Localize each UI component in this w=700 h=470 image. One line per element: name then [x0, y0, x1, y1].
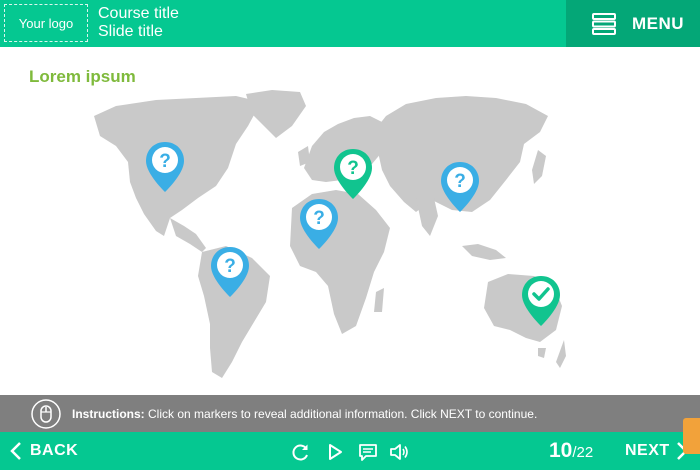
audio-icon[interactable]	[389, 442, 409, 462]
map-marker-africa[interactable]: ?	[298, 197, 340, 251]
titles: Course title Slide title	[98, 5, 179, 41]
total-slides: /22	[572, 444, 594, 461]
back-button[interactable]: BACK	[10, 432, 78, 470]
svg-text:?: ?	[454, 171, 466, 192]
header: Your logo Course title Slide title MENU	[0, 0, 700, 47]
map-marker-australia[interactable]	[520, 274, 562, 328]
svg-text:?: ?	[313, 208, 325, 229]
svg-text:?: ?	[347, 158, 359, 179]
slide-counter: 10/22	[549, 439, 593, 463]
map-marker-south-america[interactable]: ?	[209, 245, 251, 299]
japan-landmass	[532, 150, 546, 184]
instructions-body: Click on markers to reveal additional in…	[144, 406, 538, 421]
instructions-text: Instructions: Click on markers to reveal…	[72, 407, 537, 421]
course-title: Course title	[98, 5, 179, 22]
content-heading: Lorem ipsum	[29, 67, 136, 86]
logo: Your logo	[4, 4, 88, 42]
map-marker-asia[interactable]: ?	[439, 160, 481, 214]
instructions-label: Instructions:	[72, 406, 145, 421]
next-button[interactable]: NEXT	[625, 432, 688, 470]
back-label: BACK	[30, 442, 79, 459]
next-label: NEXT	[625, 442, 670, 459]
indonesia-landmass	[462, 244, 506, 260]
slide-title: Slide title	[98, 23, 163, 40]
svg-text:?: ?	[159, 151, 171, 172]
instructions-bar: Instructions: Click on markers to reveal…	[0, 395, 700, 432]
side-widget-tab[interactable]	[683, 418, 700, 454]
greenland-landmass	[246, 90, 306, 138]
replay-icon[interactable]	[291, 442, 311, 462]
tasmania-landmass	[538, 348, 546, 358]
madagascar-landmass	[374, 288, 384, 312]
chevron-left-icon	[10, 442, 21, 460]
captions-icon[interactable]	[358, 442, 378, 462]
hamburger-icon	[592, 12, 616, 35]
menu-button[interactable]: MENU	[566, 0, 700, 47]
new-zealand-landmass	[556, 340, 566, 368]
footer: BACK 10/22 NEXT	[0, 432, 700, 470]
india-landmass	[416, 198, 438, 236]
map-marker-north-america[interactable]: ?	[144, 140, 186, 194]
central-america-landmass	[170, 218, 206, 252]
menu-label: MENU	[632, 13, 685, 33]
play-icon[interactable]	[325, 442, 345, 462]
svg-text:?: ?	[224, 256, 236, 277]
mouse-icon	[31, 398, 61, 429]
map-marker-europe[interactable]: ?	[332, 147, 374, 201]
current-slide: 10	[549, 439, 573, 462]
